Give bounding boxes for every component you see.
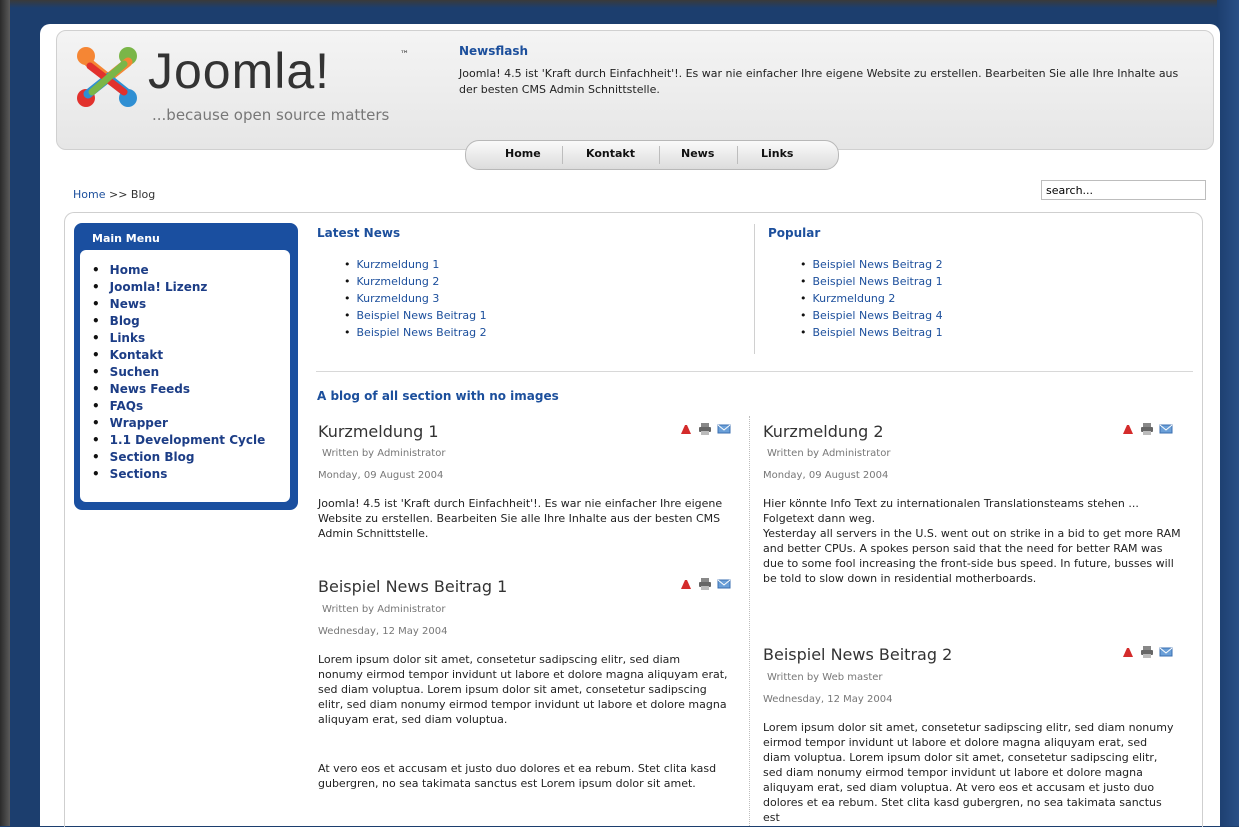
popular-item[interactable]: Kurzmeldung 2 xyxy=(800,290,943,307)
menu-item-faqs[interactable]: FAQs xyxy=(92,398,265,415)
print-icon[interactable] xyxy=(1140,646,1154,658)
nav-divider xyxy=(737,146,738,164)
menu-item-blog[interactable]: Blog xyxy=(92,313,265,330)
menu-item-wrapper[interactable]: Wrapper xyxy=(92,415,265,432)
search-input[interactable] xyxy=(1041,180,1206,200)
breadcrumb-current: Blog xyxy=(130,188,156,201)
latest-news-list: Kurzmeldung 1 Kurzmeldung 2 Kurzmeldung … xyxy=(344,256,487,341)
print-icon[interactable] xyxy=(698,578,712,590)
article-title[interactable]: Beispiel News Beitrag 1 xyxy=(318,577,507,596)
blog-title: A blog of all section with no images xyxy=(317,389,559,403)
nav-links[interactable]: Links xyxy=(761,147,793,160)
popular-item[interactable]: Beispiel News Beitrag 1 xyxy=(800,324,943,341)
nav-home[interactable]: Home xyxy=(505,147,541,160)
nav-kontakt[interactable]: Kontakt xyxy=(586,147,635,160)
article-text-continued: At vero eos et accusam et justo duo dolo… xyxy=(318,762,717,790)
menu-item-suchen[interactable]: Suchen xyxy=(92,364,265,381)
email-icon[interactable] xyxy=(1159,423,1173,435)
blog-column-divider xyxy=(749,416,750,826)
trademark-mark: ™ xyxy=(400,50,409,60)
menu-item-joomla-lizenz[interactable]: Joomla! Lizenz xyxy=(92,279,265,296)
main-menu-list: Home Joomla! Lizenz News Blog Links Kont… xyxy=(92,262,266,483)
nav-divider xyxy=(562,146,563,164)
latest-news-item[interactable]: Kurzmeldung 2 xyxy=(344,273,487,290)
latest-news-item[interactable]: Beispiel News Beitrag 1 xyxy=(344,307,487,324)
joomla-logo[interactable]: Joomla! ™ ...because open source matters xyxy=(70,40,430,130)
article-actions xyxy=(1121,646,1181,660)
breadcrumb-home-link[interactable]: Home xyxy=(73,188,105,201)
article-text: Hier könnte Info Text zu internationalen… xyxy=(763,497,1181,585)
window-left-edge xyxy=(0,0,10,826)
breadcrumb: Home >> Blog xyxy=(73,188,155,201)
latest-news-item[interactable]: Beispiel News Beitrag 2 xyxy=(344,324,487,341)
latest-news-item[interactable]: Kurzmeldung 3 xyxy=(344,290,487,307)
window-top-edge xyxy=(10,0,1220,8)
article-title[interactable]: Beispiel News Beitrag 2 xyxy=(763,645,952,664)
email-icon[interactable] xyxy=(717,423,731,435)
article-actions xyxy=(679,423,739,437)
print-icon[interactable] xyxy=(698,423,712,435)
article-author: Written by Administrator xyxy=(322,604,446,615)
article-text: Lorem ipsum dolor sit amet, consetetur s… xyxy=(763,721,1174,824)
newsflash-text: Joomla! 4.5 ist 'Kraft durch Einfachheit… xyxy=(459,67,1179,96)
article-author: Written by Administrator xyxy=(767,448,891,459)
article-title[interactable]: Kurzmeldung 2 xyxy=(763,422,884,441)
menu-item-kontakt[interactable]: Kontakt xyxy=(92,347,265,364)
print-icon[interactable] xyxy=(1140,423,1154,435)
nav-news[interactable]: News xyxy=(681,147,714,160)
site-tagline: ...because open source matters xyxy=(152,106,390,124)
menu-item-news-feeds[interactable]: News Feeds xyxy=(92,381,265,398)
logo-text: Joomla! xyxy=(148,43,331,99)
article-date: Wednesday, 12 May 2004 xyxy=(318,626,448,637)
menu-item-home[interactable]: Home xyxy=(92,262,265,279)
article-author: Written by Administrator xyxy=(322,448,446,459)
article-text: Joomla! 4.5 ist 'Kraft durch Einfachheit… xyxy=(318,497,723,540)
pdf-icon[interactable] xyxy=(679,423,693,435)
latest-news-item[interactable]: Kurzmeldung 1 xyxy=(344,256,487,273)
article-date: Wednesday, 12 May 2004 xyxy=(763,694,893,705)
top-nav: Home Kontakt News Links xyxy=(465,140,839,170)
menu-item-development-cycle[interactable]: 1.1 Development Cycle xyxy=(92,432,266,449)
popular-item[interactable]: Beispiel News Beitrag 1 xyxy=(800,273,943,290)
pdf-icon[interactable] xyxy=(1121,646,1135,658)
section-divider xyxy=(316,371,1193,372)
popular-title: Popular xyxy=(768,226,821,240)
email-icon[interactable] xyxy=(717,578,731,590)
column-divider xyxy=(754,224,755,354)
article-date: Monday, 09 August 2004 xyxy=(318,470,444,481)
nav-divider xyxy=(659,146,660,164)
window-right-edge xyxy=(1217,0,1239,826)
article-title[interactable]: Kurzmeldung 1 xyxy=(318,422,439,441)
newsflash-title: Newsflash xyxy=(459,44,529,58)
popular-item[interactable]: Beispiel News Beitrag 2 xyxy=(800,256,943,273)
joomla-logo-icon xyxy=(77,47,137,107)
article-actions xyxy=(1121,423,1181,437)
article-text: Lorem ipsum dolor sit amet, consetetur s… xyxy=(318,653,728,726)
menu-item-sections[interactable]: Sections xyxy=(92,466,265,483)
menu-item-news[interactable]: News xyxy=(92,296,265,313)
menu-item-links[interactable]: Links xyxy=(92,330,265,347)
popular-list: Beispiel News Beitrag 2 Beispiel News Be… xyxy=(800,256,943,341)
pdf-icon[interactable] xyxy=(679,578,693,590)
email-icon[interactable] xyxy=(1159,646,1173,658)
article-actions xyxy=(679,578,739,592)
article-author: Written by Web master xyxy=(767,672,883,683)
latest-news-title: Latest News xyxy=(317,226,401,240)
popular-item[interactable]: Beispiel News Beitrag 4 xyxy=(800,307,943,324)
pdf-icon[interactable] xyxy=(1121,423,1135,435)
menu-item-section-blog[interactable]: Section Blog xyxy=(92,449,265,466)
breadcrumb-separator: >> xyxy=(108,188,128,201)
article-date: Monday, 09 August 2004 xyxy=(763,470,889,481)
main-menu-title: Main Menu xyxy=(92,232,160,245)
